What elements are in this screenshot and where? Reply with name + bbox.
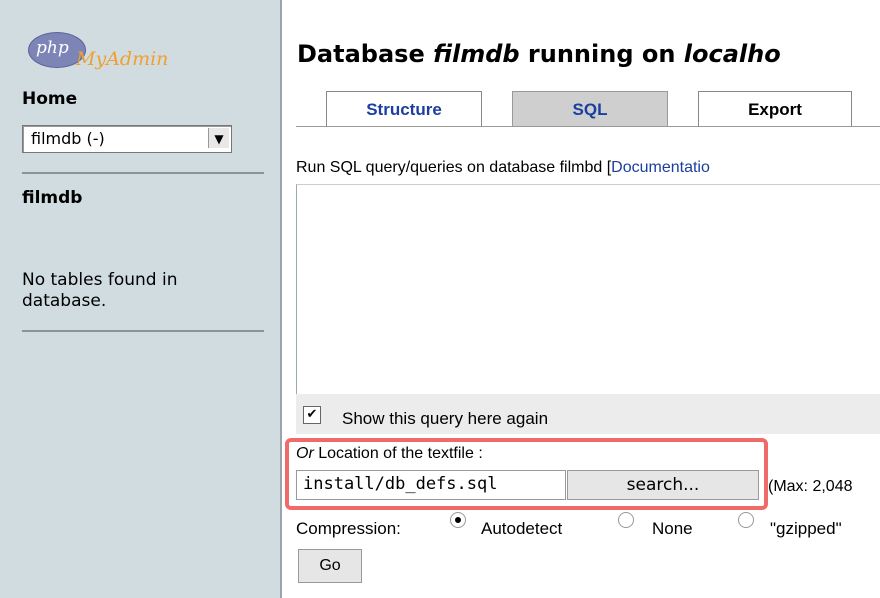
max-upload-size-label: (Max: 2,048 [768,478,853,495]
show-query-checkbox[interactable]: ✔ [303,406,321,424]
go-button[interactable]: Go [298,549,362,583]
highlight-box [285,438,768,510]
compression-gzipped-label[interactable]: "gzipped" [770,519,842,539]
documentation-link[interactable]: Documentatio [611,159,710,176]
compression-gzipped-radio[interactable] [738,512,754,528]
database-select[interactable]: filmdb (-) ▼ [22,125,232,153]
sql-query-textarea[interactable] [296,184,880,395]
tab-sql[interactable]: SQL [512,91,668,127]
run-sql-heading: Run SQL query/queries on database filmbd… [296,159,710,177]
title-prefix: Database [297,40,434,68]
title-middle: running on [519,40,684,68]
show-query-label: Show this query here again [342,409,549,428]
frame-divider[interactable] [280,0,282,598]
title-host: localho [683,40,781,68]
chevron-down-icon[interactable]: ▼ [208,128,229,148]
title-database-name: filmdb [433,40,520,68]
tab-bar-line [296,126,880,127]
tab-structure[interactable]: Structure [326,91,482,127]
database-select-value: filmdb (-) [31,129,105,148]
checkmark-icon: ✔ [306,407,318,422]
logo-php-text: php [36,38,69,58]
divider [22,330,264,332]
divider [22,172,264,174]
phpmyadmin-logo[interactable]: php MyAdmin [22,28,182,80]
compression-none-label[interactable]: None [652,519,693,539]
no-tables-message: No tables found in database. [22,270,178,311]
compression-autodetect-radio[interactable] [450,512,466,528]
compression-none-radio[interactable] [618,512,634,528]
page-title: Database filmdb running on localho [297,40,781,68]
logo-myadmin-text: MyAdmin [76,48,169,70]
home-link[interactable]: Home [22,89,77,109]
tab-export[interactable]: Export [698,91,852,127]
compression-label: Compression: [296,519,401,538]
run-sql-text: Run SQL query/queries on database filmbd… [296,159,612,176]
current-database-link[interactable]: filmdb [22,188,82,208]
compression-autodetect-label[interactable]: Autodetect [481,519,562,539]
